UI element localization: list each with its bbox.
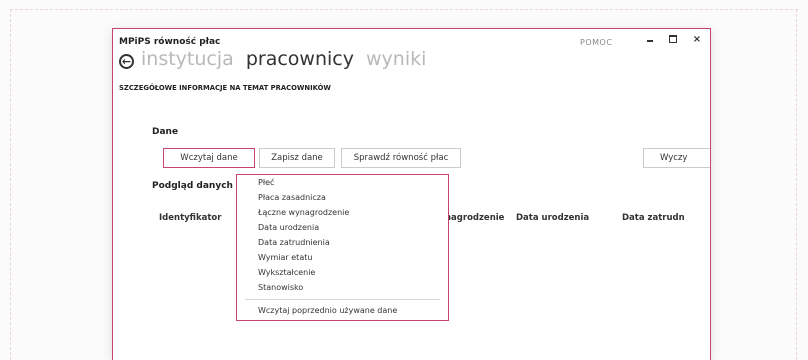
section-heading-preview: Podgląd danych bbox=[152, 181, 233, 191]
menu-item-position[interactable]: Stanowisko bbox=[258, 282, 303, 294]
menu-item-total-pay[interactable]: Łączne wynagrodzenie bbox=[258, 207, 349, 219]
tab-pracownicy[interactable]: pracownicy bbox=[246, 48, 354, 70]
help-link[interactable]: POMOC bbox=[580, 38, 612, 47]
close-button[interactable]: × bbox=[689, 32, 705, 48]
check-pay-equality-button[interactable]: Sprawdź równość płac bbox=[341, 148, 461, 168]
menu-item-education[interactable]: Wykształcenie bbox=[258, 267, 315, 279]
column-header-identifier[interactable]: Identyfikator bbox=[159, 213, 221, 223]
menu-item-birth-date[interactable]: Data urodzenia bbox=[258, 222, 319, 234]
section-heading-dane: Dane bbox=[152, 127, 179, 137]
tab-instytucja[interactable]: instytucja bbox=[141, 48, 234, 70]
clear-button[interactable]: Wyczy bbox=[643, 148, 710, 168]
app-window: MPiPS równość płac POMOC × ← instytucja … bbox=[112, 28, 711, 360]
column-header-total-pay[interactable]: nagrodzenie bbox=[445, 213, 504, 223]
menu-item-load-previous[interactable]: Wczytaj poprzednio używane dane bbox=[258, 305, 397, 317]
guide-line-right bbox=[796, 9, 797, 360]
back-arrow-icon[interactable]: ← bbox=[119, 54, 134, 69]
menu-item-work-time[interactable]: Wymiar etatu bbox=[258, 252, 312, 264]
menu-item-employment-date[interactable]: Data zatrudnienia bbox=[258, 237, 330, 249]
load-data-dropdown-menu: Płeć Płaca zasadnicza Łączne wynagrodzen… bbox=[236, 174, 449, 321]
desktop-background: MPiPS równość płac POMOC × ← instytucja … bbox=[0, 0, 808, 360]
page-nav: instytucja pracownicy wyniki bbox=[141, 48, 432, 70]
menu-separator bbox=[245, 299, 440, 300]
save-data-button[interactable]: Zapisz dane bbox=[259, 148, 335, 168]
app-title: MPiPS równość płac bbox=[119, 37, 221, 47]
column-header-employment-date[interactable]: Data zatrudn bbox=[622, 213, 685, 223]
minimize-button[interactable] bbox=[643, 32, 659, 48]
menu-item-gender[interactable]: Płeć bbox=[258, 177, 274, 189]
menu-item-base-salary[interactable]: Płaca zasadnicza bbox=[258, 192, 326, 204]
guide-line-top bbox=[10, 9, 798, 10]
load-data-button[interactable]: Wczytaj dane bbox=[163, 148, 255, 168]
column-header-birth-date[interactable]: Data urodzenia bbox=[516, 213, 589, 223]
page-subtitle: SZCZEGÓŁOWE INFORMACJE NA TEMAT PRACOWNI… bbox=[119, 84, 331, 92]
maximize-button[interactable] bbox=[665, 32, 681, 48]
guide-line-left bbox=[10, 9, 11, 360]
tab-wyniki[interactable]: wyniki bbox=[366, 48, 426, 70]
